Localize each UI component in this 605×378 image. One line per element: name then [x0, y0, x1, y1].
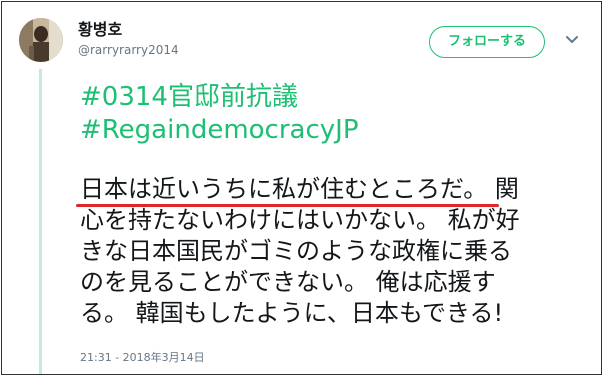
chevron-down-icon[interactable] — [565, 35, 579, 45]
hashtag-link[interactable]: #RegaindemocracyJP — [80, 114, 359, 146]
underlined-text: 日本は近いうちに私が住むところだ。 — [80, 175, 488, 203]
tweet-timestamp[interactable]: 21:31 - 2018年3月14日 — [80, 351, 205, 364]
underlined-sentence: 日本は近いうちに私が住むところだ。 — [76, 174, 500, 207]
user-handle[interactable]: @rarryrarry2014 — [78, 43, 179, 57]
thread-line — [39, 69, 42, 374]
tweet-line: のを見ることができない。 俺は応援す — [80, 268, 496, 296]
follow-button[interactable]: フォローする — [429, 26, 545, 58]
tweet-line: 心を持たないわけにはいかない。 私が好 — [80, 206, 520, 234]
avatar[interactable] — [19, 18, 63, 62]
red-underline-mark — [76, 204, 500, 207]
avatar-image — [19, 18, 63, 62]
hashtag-link[interactable]: #0314官邸前抗議 — [80, 81, 298, 113]
display-name[interactable]: 황병호 — [78, 21, 122, 39]
tweet-card: 황병호 @rarryrarry2014 フォローする #0314官邸前抗議 #R… — [1, 1, 602, 375]
tweet-line-rest: 関 — [487, 175, 519, 203]
tweet-line: きな日本国民がゴミのような政権に乗る — [80, 237, 512, 265]
tweet-line: る。 韓国もしたように、日本もできる! — [80, 299, 504, 327]
tweet-text: 日本は近いうちに私が住むところだ。 関 心を持たないわけにはいかない。 私が好 … — [76, 174, 580, 329]
tweet-line: 日本は近いうちに私が住むところだ。 関 — [76, 174, 580, 207]
